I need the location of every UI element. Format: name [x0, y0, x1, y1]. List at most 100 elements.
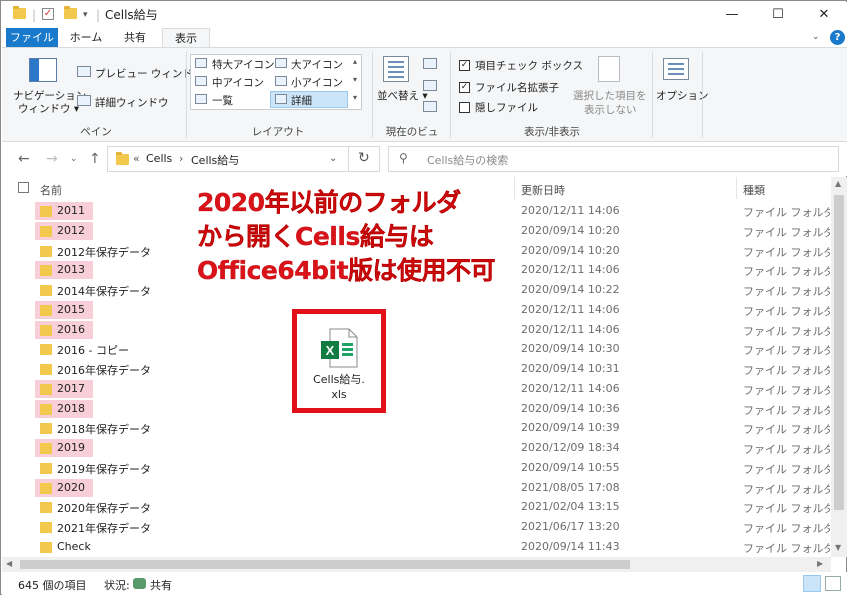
table-row[interactable]: 2020 2021/08/05 17:08 ファイル フォルダー [2, 478, 830, 498]
breadcrumb-cells[interactable]: Cells [146, 152, 172, 165]
item-checkboxes-checkbox[interactable]: ✓ [459, 60, 470, 71]
table-row[interactable]: 2016年保存データ 2020/09/14 10:31 ファイル フォルダー [2, 359, 830, 379]
breadcrumb-cells-kyuyo[interactable]: Cells給与 [191, 152, 239, 168]
folder-icon [40, 522, 52, 533]
table-row[interactable]: 2017 2020/12/11 14:06 ファイル フォルダー [2, 379, 830, 399]
row-date: 2020/12/11 14:06 [521, 381, 620, 395]
options-icon[interactable] [663, 58, 689, 80]
up-icon[interactable]: ↑ [89, 151, 101, 167]
excel-file-icon: X [321, 328, 358, 368]
horizontal-scrollbar[interactable]: ◀ ▶ [2, 557, 831, 572]
details-pane-button[interactable]: 詳細ウィンドウ [95, 95, 169, 110]
folder-icon [40, 304, 52, 316]
hidden-files-checkbox[interactable] [459, 102, 470, 113]
gallery-down-icon[interactable]: ▾ [353, 75, 357, 84]
table-row[interactable]: 2018年保存データ 2020/09/14 10:39 ファイル フォルダー [2, 418, 830, 438]
vertical-scrollbar[interactable]: ▲ ▼ [831, 177, 847, 557]
recent-locations-icon[interactable]: ⌄ [70, 154, 78, 164]
status-label: 状況: [104, 579, 130, 592]
table-row[interactable]: 2019年保存データ 2020/09/14 10:55 ファイル フォルダー [2, 458, 830, 478]
extra-large-icons-icon [195, 58, 207, 68]
search-box[interactable]: ⚲ Cells給与の検索 [388, 146, 839, 172]
collapse-ribbon-icon[interactable]: ⌄ [812, 32, 820, 42]
large-icons-view-icon[interactable] [825, 576, 841, 591]
column-name[interactable]: 名前 [40, 182, 62, 198]
navigation-pane-icon[interactable] [29, 58, 57, 82]
address-row: ← → ⌄ ↑ « Cells › Cells給与 ⌄ ↻ ⚲ Cells給与の… [2, 142, 847, 176]
table-row[interactable]: 2016 2020/12/11 14:06 ファイル フォルダー [2, 320, 830, 340]
new-folder-icon[interactable] [64, 6, 77, 23]
horizontal-scroll-thumb[interactable] [20, 560, 630, 569]
preview-pane-button[interactable]: プレビュー ウィンドウ [95, 66, 203, 81]
details-pane-icon[interactable] [77, 95, 91, 106]
folder-icon [40, 324, 52, 336]
size-columns-icon[interactable] [423, 101, 437, 112]
extensions-label[interactable]: ファイル名拡張子 [475, 80, 559, 95]
gallery-more-icon[interactable]: ▾ [353, 93, 357, 102]
table-row[interactable]: 2018 2020/09/14 10:36 ファイル フォルダー [2, 399, 830, 419]
back-icon[interactable]: ← [18, 151, 30, 167]
options-button[interactable]: オプション [656, 88, 709, 103]
item-checkboxes-label[interactable]: 項目チェック ボックス [475, 58, 583, 73]
row-type: ファイル フォルダー [743, 541, 830, 555]
customize-toolbar-icon[interactable]: ▾ [83, 7, 88, 23]
row-date: 2020/12/11 14:06 [521, 322, 620, 336]
tab-view[interactable]: 表示 [162, 28, 210, 48]
table-row[interactable]: 2020年保存データ 2021/02/04 13:15 ファイル フォルダー [2, 497, 830, 517]
address-bar[interactable]: « Cells › Cells給与 ⌄ ↻ [107, 146, 380, 172]
extensions-checkbox[interactable]: ✓ [459, 82, 470, 93]
vertical-scroll-thumb[interactable] [834, 195, 844, 510]
row-name: 2012 [57, 223, 85, 237]
scroll-up-icon[interactable]: ▲ [835, 179, 841, 188]
add-columns-icon[interactable] [423, 80, 437, 91]
group-by-icon[interactable] [423, 58, 437, 69]
layout-medium[interactable]: 中アイコン [212, 75, 264, 90]
sort-by-button[interactable]: 並べ替え ▾ [377, 88, 428, 103]
row-type: ファイル フォルダー [743, 522, 830, 535]
refresh-icon[interactable]: ↻ [358, 150, 370, 166]
tab-home[interactable]: ホーム [64, 28, 108, 48]
table-row[interactable]: 2021年保存データ 2021/06/17 13:20 ファイル フォルダー [2, 517, 830, 537]
row-date: 2020/09/14 10:55 [521, 460, 620, 474]
layout-small[interactable]: 小アイコン [291, 75, 343, 90]
nav-pane-label-2[interactable]: ウィンドウ ▾ [18, 101, 79, 116]
maximize-button[interactable]: ☐ [755, 2, 801, 28]
scroll-down-icon[interactable]: ▼ [835, 543, 841, 552]
row-name: 2018年保存データ [57, 423, 151, 437]
folder-icon [40, 206, 52, 217]
minimize-button[interactable]: — [709, 2, 755, 28]
scroll-left-icon[interactable]: ◀ [6, 559, 12, 568]
close-button[interactable]: ✕ [801, 2, 847, 28]
column-type[interactable]: 種類 [743, 182, 765, 198]
properties-icon[interactable]: ✓ [42, 8, 54, 20]
preview-pane-icon[interactable] [77, 66, 91, 77]
help-icon[interactable]: ? [830, 30, 845, 45]
scroll-right-icon[interactable]: ▶ [817, 559, 823, 568]
table-row[interactable]: 2015 2020/12/11 14:06 ファイル フォルダー [2, 300, 830, 320]
address-dropdown-icon[interactable]: ⌄ [329, 153, 337, 164]
breadcrumb-sep[interactable]: › [179, 152, 183, 165]
layout-extra-large[interactable]: 特大アイコン [212, 57, 274, 72]
highlighted-file[interactable]: X Cells給与. xls [292, 309, 386, 413]
select-all-checkbox[interactable] [18, 182, 29, 193]
gallery-up-icon[interactable]: ▴ [353, 57, 357, 66]
layout-details[interactable]: 詳細 [291, 93, 312, 108]
table-row[interactable]: Check 2020/09/14 11:43 ファイル フォルダー [2, 537, 830, 557]
path-overflow[interactable]: « [133, 152, 140, 165]
details-view-icon[interactable] [803, 575, 821, 592]
explorer-window: | ✓ ▾ | Cells給与 — ☐ ✕ ファイル ホーム 共有 表示 ⌄ ?… [0, 0, 847, 595]
layout-list[interactable]: 一覧 [212, 93, 233, 108]
column-date[interactable]: 更新日時 [521, 182, 565, 198]
folder-icon [40, 462, 52, 474]
hidden-files-label[interactable]: 隠しファイル [475, 100, 538, 115]
tab-file[interactable]: ファイル [6, 28, 58, 48]
search-placeholder[interactable]: Cells給与の検索 [427, 152, 508, 168]
table-row[interactable]: 2016 - コピー 2020/09/14 10:30 ファイル フォルダー [2, 339, 830, 359]
table-row[interactable]: 2019 2020/12/09 18:34 ファイル フォルダー [2, 438, 830, 458]
sort-by-icon[interactable] [383, 56, 409, 82]
forward-icon[interactable]: → [46, 151, 58, 167]
layout-large[interactable]: 大アイコン [291, 57, 343, 72]
row-date: 2020/09/14 10:20 [521, 243, 620, 257]
tab-share[interactable]: 共有 [115, 28, 155, 48]
row-name: 2019 [57, 441, 85, 454]
